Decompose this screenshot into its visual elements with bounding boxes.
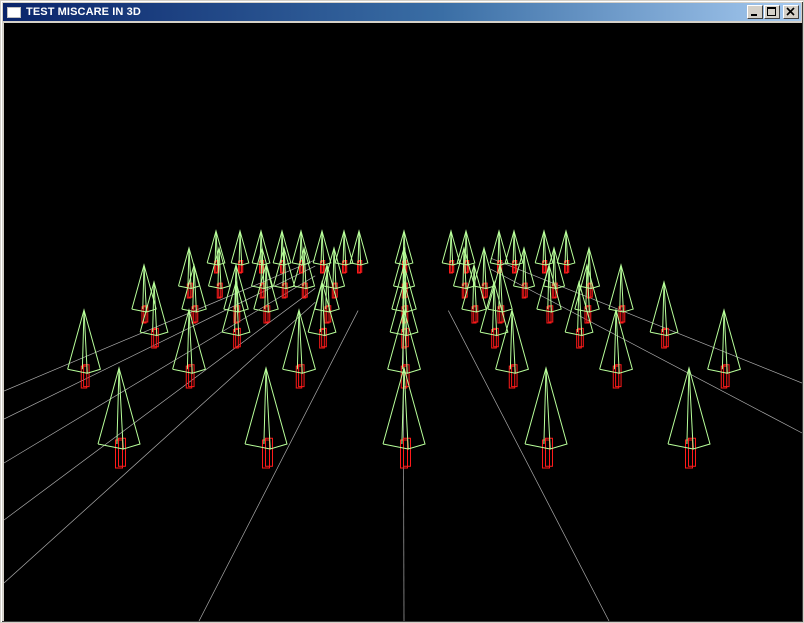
- ground-line: [448, 310, 610, 621]
- tree-cone-edge: [357, 230, 360, 263]
- tree-cone-edge: [81, 309, 85, 370]
- maximize-button[interactable]: [764, 5, 780, 19]
- title-bar[interactable]: TEST MISCARE IN 3D: [3, 3, 801, 21]
- 3d-viewport[interactable]: [4, 23, 802, 621]
- tree-cone-edge: [192, 264, 195, 310]
- tree-cone-edge: [302, 247, 305, 287]
- forest-scene: [4, 229, 802, 621]
- maximize-icon: [767, 7, 776, 16]
- tree-cone-edge: [325, 264, 328, 310]
- tree-cone-edge: [238, 230, 241, 263]
- tree-cone-edge: [259, 230, 262, 263]
- tree-cone-edge: [142, 264, 145, 310]
- close-button[interactable]: [783, 5, 799, 19]
- tree-cone-edge: [320, 281, 323, 333]
- tree-cone-edge: [585, 264, 588, 310]
- tree-cone-edge: [542, 230, 545, 263]
- tree-cone-edge: [464, 230, 467, 263]
- ground-line: [490, 268, 802, 434]
- tree-cone-edge: [320, 230, 323, 263]
- tree-cone-edge: [296, 309, 300, 370]
- tree-cone-edge: [497, 230, 500, 263]
- tree-cone-edge: [332, 247, 335, 287]
- ground-line: [4, 265, 316, 420]
- ground-line: [490, 257, 802, 384]
- title-buttons: [746, 5, 799, 19]
- tree-cone-edge: [116, 367, 120, 445]
- app-window: TEST MISCARE IN 3D: [0, 0, 804, 623]
- tree-cone-edge: [577, 281, 580, 333]
- ground-line: [4, 259, 316, 392]
- app-icon[interactable]: [7, 6, 21, 18]
- tree-cone-edge: [509, 309, 513, 370]
- tree-cone-edge: [449, 230, 452, 263]
- window-title: TEST MISCARE IN 3D: [26, 6, 141, 18]
- tree-cone-edge: [543, 367, 547, 445]
- tree-cone-edge: [217, 247, 220, 287]
- tree-cone-edge: [512, 230, 515, 263]
- tree-cone-edge: [619, 264, 622, 310]
- ground-line: [4, 301, 316, 584]
- tree-cone-edge: [187, 247, 190, 287]
- tree-cone-edge: [721, 309, 725, 370]
- tree-cone-edge: [152, 281, 155, 333]
- tree-cone-edge: [264, 264, 267, 310]
- tree-cone-edge: [186, 309, 190, 370]
- tree-cone-edge: [462, 247, 465, 287]
- tree-cone-edge: [613, 309, 617, 370]
- tree-cone-edge: [482, 247, 485, 287]
- tree-cone-edge: [342, 230, 345, 263]
- tree-cone-edge: [686, 367, 690, 445]
- tree-cone-edge: [662, 281, 665, 333]
- tree-cone-edge: [263, 367, 267, 445]
- close-icon: [786, 7, 795, 16]
- minimize-button[interactable]: [747, 5, 763, 19]
- tree-cone-edge: [522, 247, 525, 287]
- tree-cone-edge: [472, 264, 475, 310]
- tree-cone-edge: [234, 281, 237, 333]
- minimize-icon: [751, 14, 757, 16]
- tree-cone-edge: [564, 230, 567, 263]
